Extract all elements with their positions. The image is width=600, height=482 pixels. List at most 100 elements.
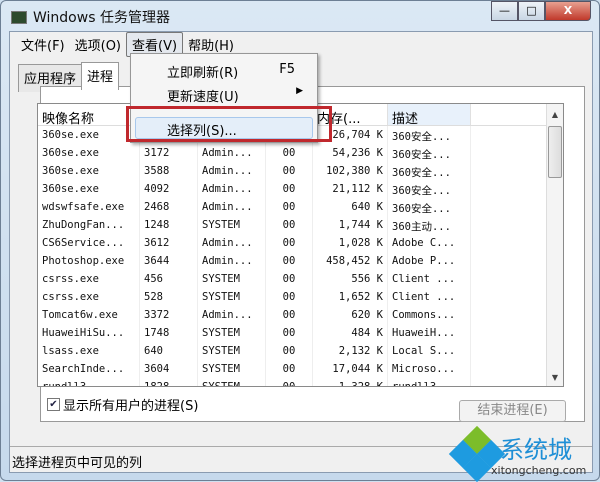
table-row[interactable]: Tomcat6w.exe 3372 Admin... 00 620 K Commons..… [38, 306, 563, 324]
menu-file[interactable]: 文件(F) [16, 33, 70, 56]
table-cell: 2468 [140, 198, 198, 216]
table-row[interactable]: HuaweiHiSu... 1748 SYSTEM 00 484 K HuaweiH... [38, 324, 563, 342]
table-row[interactable]: ZhuDongFan... 1248 SYSTEM 00 1,744 K 360主动... [38, 216, 563, 234]
table-cell: 3372 [140, 306, 198, 324]
table-cell: 360安全... [388, 198, 471, 216]
table-cell: 528 [140, 288, 198, 306]
table-cell: 360se.exe [38, 180, 140, 198]
table-cell: 00 [266, 162, 313, 180]
table-cell: Admin... [198, 306, 266, 324]
table-cell: SYSTEM [198, 360, 266, 378]
table-row[interactable]: csrss.exe 528 SYSTEM 00 1,652 K Client ... [38, 288, 563, 306]
app-icon [11, 10, 27, 24]
table-cell: 00 [266, 378, 313, 386]
table-cell: SYSTEM [198, 324, 266, 342]
table-cell: 21,112 K [313, 180, 388, 198]
table-cell: wdswfsafe.exe [38, 198, 140, 216]
table-cell: 102,380 K [313, 162, 388, 180]
table-row[interactable]: 360se.exe 3172 Admin... 00 54,236 K 360安全... [38, 144, 563, 162]
minimize-button[interactable]: — [491, 1, 518, 21]
table-cell: HuaweiHiSu... [38, 324, 140, 342]
column-header[interactable]: 描述 [388, 104, 471, 125]
table-cell: 1248 [140, 216, 198, 234]
table-cell: 00 [266, 270, 313, 288]
table-cell: 1748 [140, 324, 198, 342]
table-cell: 00 [266, 198, 313, 216]
table-row[interactable]: Photoshop.exe 3644 Admin... 00 458,452 K Adob… [38, 252, 563, 270]
table-row[interactable]: csrss.exe 456 SYSTEM 00 556 K Client ... [38, 270, 563, 288]
scroll-down-icon[interactable]: ▼ [547, 373, 563, 382]
table-cell: 2,132 K [313, 342, 388, 360]
table-cell: SearchInde... [38, 360, 140, 378]
table-cell: 360se.exe [38, 162, 140, 180]
process-table: 映像名称 内存(... 描述 360se.exe 26,704 K 360安全... 36… [37, 103, 564, 387]
table-cell: 00 [266, 306, 313, 324]
end-process-button[interactable]: 结束进程(E) [459, 400, 566, 422]
table-cell: Admin... [198, 144, 266, 162]
table-row[interactable]: rundll3... 1828 SYSTEM 00 1,328 Krundll3... [38, 378, 563, 386]
table-row[interactable]: SearchInde... 3604 SYSTEM 00 17,044 K Microso… [38, 360, 563, 378]
table-cell: 00 [266, 342, 313, 360]
table-cell: HuaweiH... [388, 324, 471, 342]
table-cell: 456 [140, 270, 198, 288]
table-cell: 00 [266, 324, 313, 342]
tab-processes[interactable]: 进程 [81, 62, 120, 90]
maximize-button[interactable]: □ [518, 1, 545, 21]
table-cell: CS6Service... [38, 234, 140, 252]
show-all-users-label: 显示所有用户的进程(S) [63, 399, 199, 414]
vertical-scrollbar[interactable]: ▲ ▼ [546, 104, 563, 386]
menu-item-refresh-now[interactable]: 立即刷新(R) [167, 62, 238, 81]
table-cell: 360se.exe [38, 144, 140, 162]
table-cell: 00 [266, 216, 313, 234]
table-cell: 00 [266, 288, 313, 306]
table-cell: 3588 [140, 162, 198, 180]
table-row[interactable]: 360se.exe 4092 Admin... 00 21,112 K 360安全... [38, 180, 563, 198]
table-cell: 360安全... [388, 144, 471, 162]
title-bar: Windows 任务管理器 [11, 7, 170, 27]
table-cell: 00 [266, 360, 313, 378]
show-all-users-checkbox[interactable]: ✔ 显示所有用户的进程(S) [47, 395, 198, 414]
table-cell: Admin... [198, 198, 266, 216]
table-cell: Admin... [198, 162, 266, 180]
highlight-annotation-box [126, 106, 332, 142]
table-cell: csrss.exe [38, 288, 140, 306]
table-cell: SYSTEM [198, 216, 266, 234]
watermark-name: 系统城 [500, 436, 572, 464]
table-row[interactable]: 360se.exe 3588 Admin... 00 102,380 K 360安全... [38, 162, 563, 180]
table-cell: 640 K [313, 198, 388, 216]
table-cell: 54,236 K [313, 144, 388, 162]
table-cell: Adobe P... [388, 252, 471, 270]
table-cell: 00 [266, 252, 313, 270]
table-cell: rundll3... [38, 378, 140, 386]
table-cell: SYSTEM [198, 288, 266, 306]
table-cell: 00 [266, 144, 313, 162]
table-row[interactable]: lsass.exe 640 SYSTEM 00 2,132 K Local S... [38, 342, 563, 360]
table-cell: 3612 [140, 234, 198, 252]
menu-options[interactable]: 选项(O) [70, 33, 126, 56]
column-header[interactable]: 映像名称 [38, 104, 140, 125]
table-cell: SYSTEM [198, 378, 266, 386]
table-cell: Client ... [388, 270, 471, 288]
table-cell: Photoshop.exe [38, 252, 140, 270]
table-cell: 640 [140, 342, 198, 360]
table-cell: Admin... [198, 252, 266, 270]
table-cell: SYSTEM [198, 342, 266, 360]
table-cell: csrss.exe [38, 270, 140, 288]
table-cell: 00 [266, 234, 313, 252]
table-cell: 1,652 K [313, 288, 388, 306]
table-row[interactable]: CS6Service... 3612 Admin... 00 1,028 K Adobe … [38, 234, 563, 252]
menu-item-update-speed[interactable]: 更新速度(U) [167, 86, 239, 105]
table-cell: 3644 [140, 252, 198, 270]
table-cell: 1,744 K [313, 216, 388, 234]
close-button[interactable]: X [545, 1, 591, 21]
table-cell: ZhuDongFan... [38, 216, 140, 234]
scroll-thumb[interactable] [548, 126, 562, 178]
table-cell: 360主动... [388, 216, 471, 234]
table-cell: 360安全... [388, 126, 471, 144]
table-cell: 1,328 K [313, 378, 388, 386]
table-row[interactable]: wdswfsafe.exe 2468 Admin... 00 640 K 360安全... [38, 198, 563, 216]
table-cell: 3604 [140, 360, 198, 378]
scroll-up-icon[interactable]: ▲ [547, 110, 563, 119]
table-cell: 556 K [313, 270, 388, 288]
checkbox-checked-icon[interactable]: ✔ [47, 398, 60, 411]
